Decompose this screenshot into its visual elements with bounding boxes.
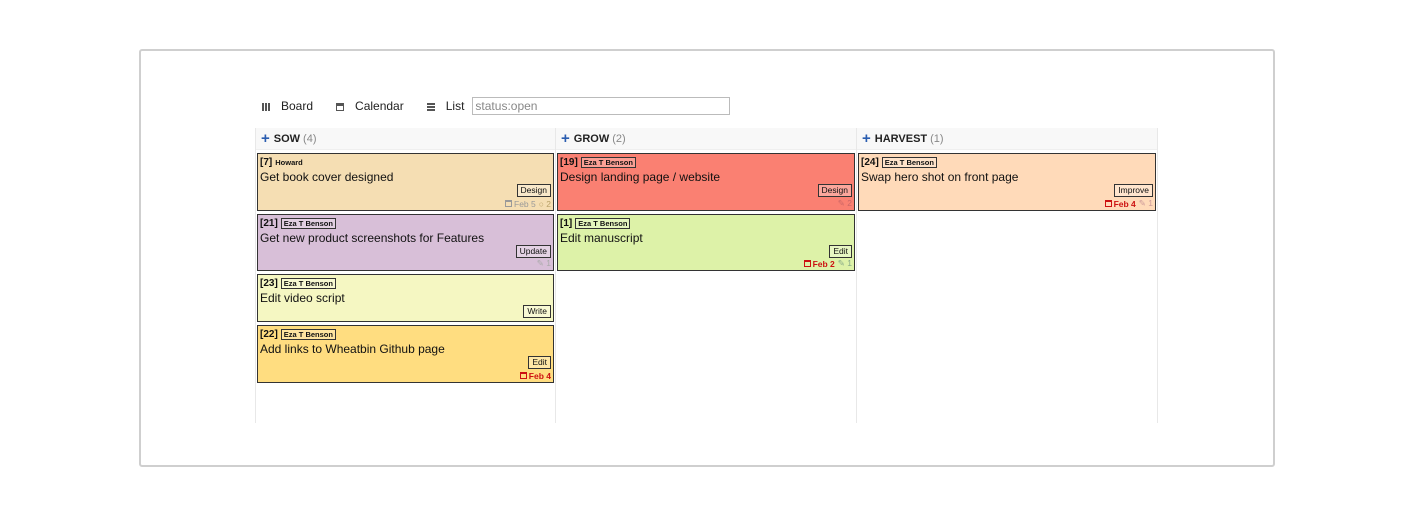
task-owner: Eza T Benson	[280, 329, 336, 340]
task-category[interactable]: Write	[523, 305, 551, 318]
add-task-icon[interactable]: +	[261, 131, 270, 146]
task-id: [7]	[260, 157, 273, 168]
task-title: Swap hero shot on front page	[861, 170, 1019, 184]
task-owner: Howard	[275, 158, 303, 167]
task-category[interactable]: Improve	[1114, 184, 1153, 197]
attachment-count: ✎ 2	[837, 198, 852, 208]
task-meta: Feb 4	[519, 371, 551, 381]
view-toolbar: Board Calendar List	[255, 96, 731, 116]
task-category[interactable]: Design	[817, 184, 852, 197]
column-grow: + GROW (2) [19] Eza T Benson Design landi…	[556, 128, 857, 423]
task-card[interactable]: [1] Eza T Benson Edit manuscript Edit Feb…	[557, 214, 855, 271]
attachment-count: ✎ 1	[837, 258, 852, 268]
task-id: [21]	[260, 218, 278, 229]
due-date: Feb 4	[519, 371, 551, 381]
task-title: Get book cover designed	[260, 170, 394, 184]
calendar-icon	[519, 372, 527, 379]
task-title: Edit manuscript	[560, 231, 643, 245]
board-view-label: Board	[281, 99, 314, 113]
attachment-count: ✎ 1	[536, 258, 551, 268]
task-id: [23]	[260, 278, 278, 289]
task-meta: Feb 5 ○ 2	[505, 199, 551, 209]
attachment-count: ✎ 1	[1138, 198, 1153, 208]
due-date: Feb 4	[1104, 199, 1136, 209]
task-id: [19]	[560, 157, 578, 168]
task-id: [1]	[560, 218, 573, 229]
list-icon	[426, 103, 435, 111]
task-owner: Eza T Benson	[575, 218, 631, 229]
calendar-icon	[336, 103, 345, 111]
paperclip-icon: ✎	[1138, 198, 1149, 208]
task-category[interactable]: Update	[515, 245, 551, 258]
column-title: SOW	[273, 132, 301, 145]
task-title: Get new product screenshots for Features	[260, 231, 485, 245]
comment-count: ○ 2	[538, 199, 551, 209]
task-owner: Eza T Benson	[280, 218, 336, 229]
list-view-link[interactable]: List	[420, 99, 465, 113]
column-sow: + SOW (4) [7] Howard Get book cover desig…	[255, 128, 556, 423]
column-header: + GROW (2)	[556, 128, 856, 150]
add-task-icon[interactable]: +	[561, 131, 570, 146]
task-id: [24]	[861, 157, 879, 168]
due-date: Feb 5	[505, 199, 536, 209]
add-task-icon[interactable]: +	[862, 131, 871, 146]
column-header: + HARVEST (1)	[857, 128, 1157, 150]
task-meta: ✎ 2	[838, 198, 852, 209]
paperclip-icon: ✎	[837, 258, 848, 268]
board-view-link[interactable]: Board	[255, 99, 313, 113]
calendar-view-link[interactable]: Calendar	[329, 99, 404, 113]
column-count: (2)	[612, 132, 626, 145]
due-date: Feb 2	[803, 259, 835, 269]
task-id: [22]	[260, 329, 278, 340]
task-card[interactable]: [23] Eza T Benson Edit video script Write	[257, 274, 554, 322]
task-card[interactable]: [22] Eza T Benson Add links to Wheatbin G…	[257, 325, 554, 383]
task-meta: ✎ 1	[537, 258, 551, 269]
paperclip-icon: ✎	[837, 198, 848, 208]
paperclip-icon: ✎	[536, 258, 547, 268]
filter-input[interactable]	[472, 97, 731, 115]
task-category[interactable]: Edit	[528, 356, 551, 369]
task-title: Design landing page / website	[560, 170, 721, 184]
task-card[interactable]: [24] Eza T Benson Swap hero shot on front…	[858, 153, 1156, 211]
calendar-icon	[1104, 199, 1112, 207]
task-category[interactable]: Design	[516, 184, 551, 197]
task-meta: Feb 4 ✎ 1	[1104, 198, 1153, 209]
calendar-icon	[803, 259, 811, 267]
calendar-view-label: Calendar	[355, 99, 404, 113]
column-title: HARVEST	[874, 132, 928, 145]
column-header: + SOW (4)	[256, 128, 555, 150]
kanban-board: + SOW (4) [7] Howard Get book cover desig…	[255, 128, 1159, 423]
column-title: GROW	[573, 132, 610, 145]
task-title: Edit video script	[260, 291, 345, 305]
column-count: (1)	[930, 132, 944, 145]
column-count: (4)	[303, 132, 317, 145]
task-owner: Eza T Benson	[280, 278, 336, 289]
task-title: Add links to Wheatbin Github page	[260, 342, 445, 356]
task-category[interactable]: Edit	[829, 245, 852, 258]
task-owner: Eza T Benson	[580, 157, 636, 168]
column-harvest: + HARVEST (1) [24] Eza T Benson Swap hero…	[857, 128, 1158, 423]
task-card[interactable]: [7] Howard Get book cover designed Design…	[257, 153, 554, 211]
task-card[interactable]: [21] Eza T Benson Get new product screens…	[257, 214, 554, 271]
task-meta: Feb 2 ✎ 1	[803, 258, 852, 269]
task-card[interactable]: [19] Eza T Benson Design landing page / w…	[557, 153, 855, 211]
task-owner: Eza T Benson	[881, 157, 937, 168]
board-icon	[262, 103, 270, 111]
list-view-label: List	[445, 99, 465, 113]
calendar-icon	[505, 200, 513, 207]
